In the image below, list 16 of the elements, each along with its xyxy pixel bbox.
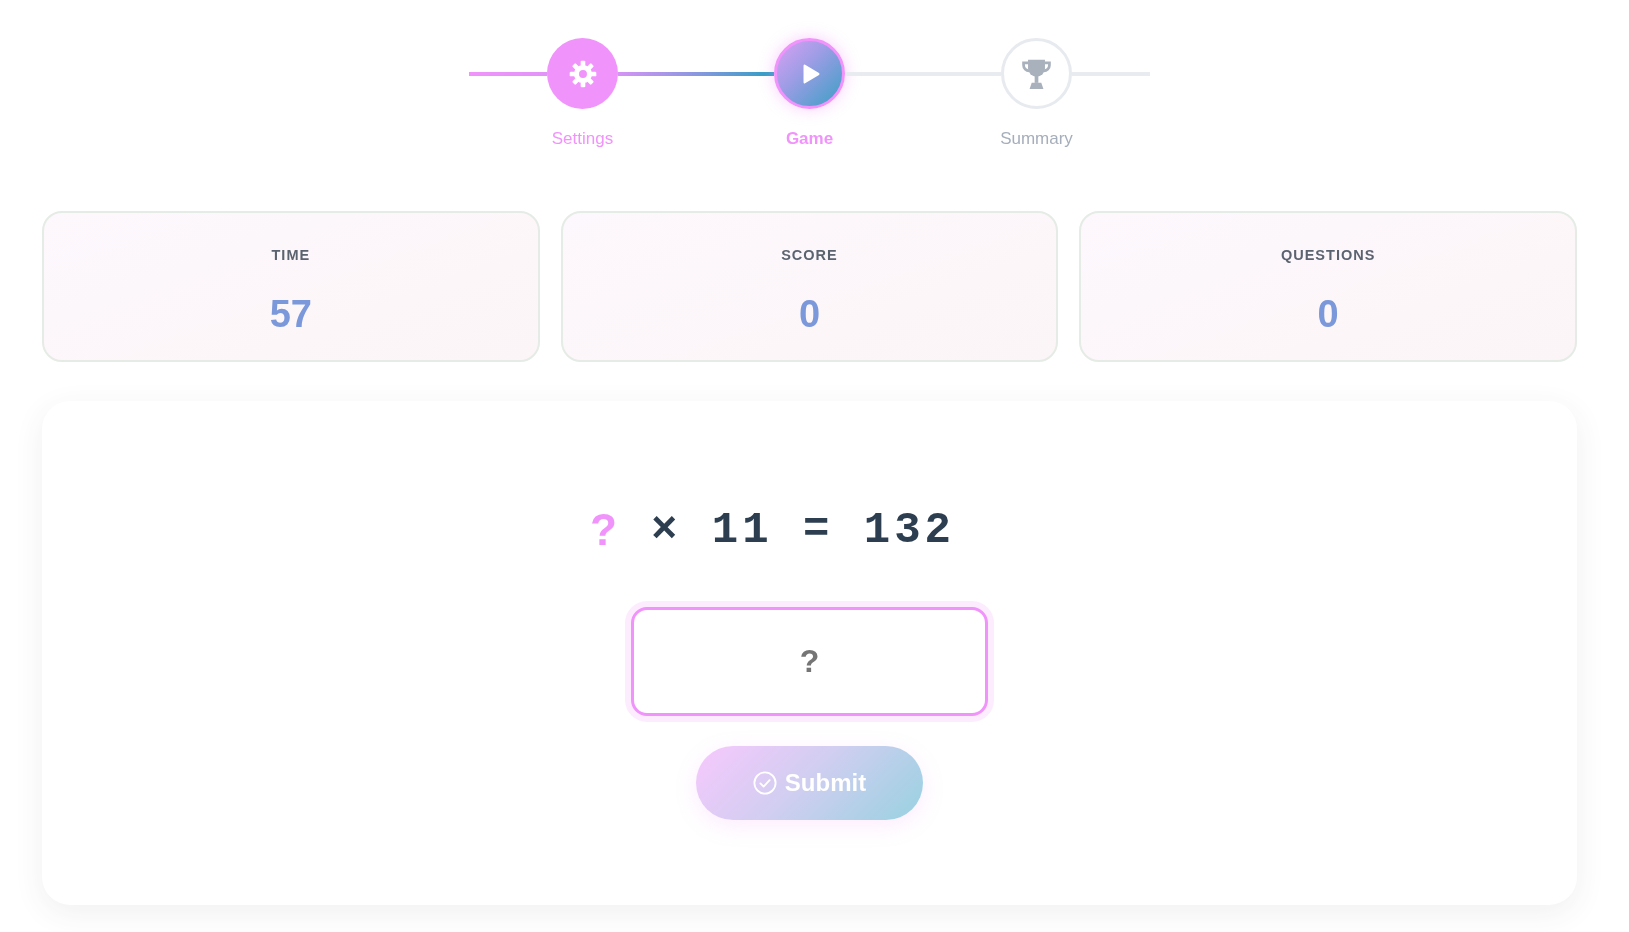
trophy-icon <box>1022 58 1051 89</box>
answer-field[interactable]: ? <box>631 607 988 716</box>
check-circle-icon <box>752 771 777 795</box>
stat-label: QUESTIONS <box>1280 246 1376 264</box>
stat-label: SCORE <box>781 246 838 264</box>
equation-unknown: ? <box>590 504 621 556</box>
equation-expression: × 11 = 132 <box>650 504 955 557</box>
step-label: Summary <box>1000 128 1073 150</box>
step-label: Settings <box>551 128 614 150</box>
gear-icon <box>568 59 597 88</box>
stat-label: TIME <box>271 246 311 264</box>
play-icon <box>802 63 820 84</box>
stat-value: 57 <box>269 292 312 337</box>
stat-value: 0 <box>798 292 821 337</box>
stat-value: 0 <box>1317 292 1339 337</box>
step-label: Game <box>785 128 834 150</box>
